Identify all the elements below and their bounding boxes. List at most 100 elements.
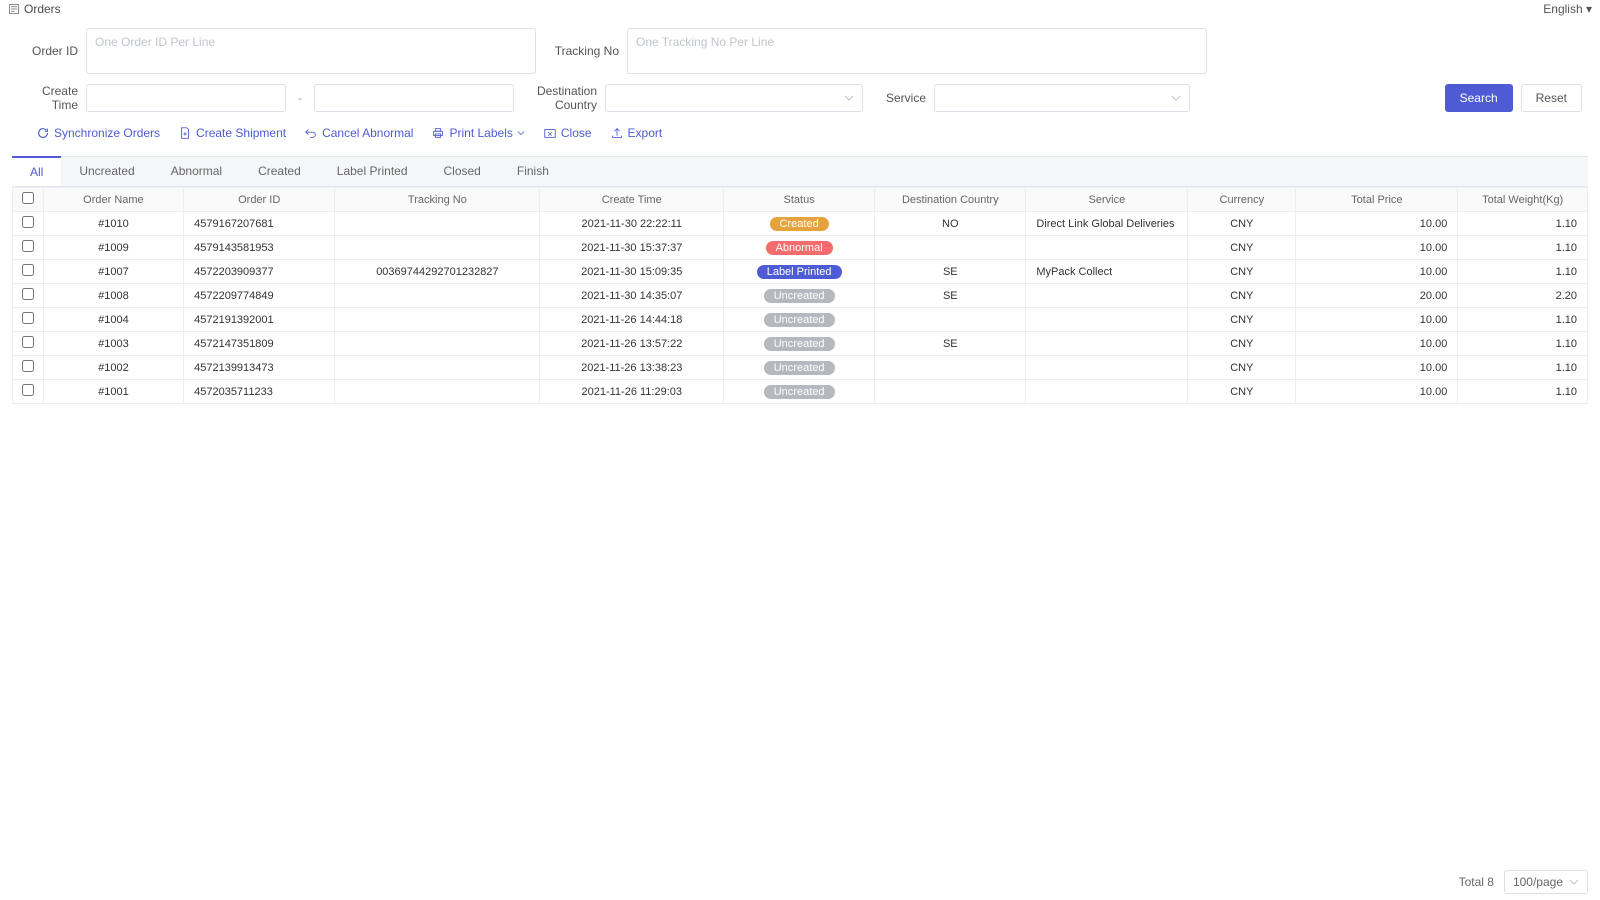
file-add-icon [178, 126, 192, 140]
cell: 4572139913473 [184, 356, 335, 380]
cell [1026, 356, 1188, 380]
cell: 1.10 [1458, 380, 1588, 404]
tab-finish[interactable]: Finish [499, 157, 567, 186]
tracking-no-input[interactable] [627, 28, 1207, 74]
cell: SE [875, 260, 1026, 284]
export-action[interactable]: Export [610, 126, 663, 140]
table-row[interactable]: #100445721913920012021-11-26 14:44:18Unc… [13, 308, 1588, 332]
chevron-down-icon [1171, 93, 1181, 103]
table-row[interactable]: #100845722097748492021-11-30 14:35:07Unc… [13, 284, 1588, 308]
cell [1026, 308, 1188, 332]
tab-closed[interactable]: Closed [426, 157, 499, 186]
dest-country-select[interactable] [605, 84, 863, 112]
cell: CNY [1188, 380, 1296, 404]
cell [1026, 236, 1188, 260]
row-checkbox[interactable] [22, 288, 34, 300]
tab-all[interactable]: All [12, 156, 61, 186]
cell: 4572209774849 [184, 284, 335, 308]
chevron-down-icon [517, 129, 525, 137]
table-row[interactable]: #100345721473518092021-11-26 13:57:22Unc… [13, 332, 1588, 356]
cancel-abnormal-action[interactable]: Cancel Abnormal [304, 126, 413, 140]
cell: MyPack Collect [1026, 260, 1188, 284]
create-time-to[interactable] [314, 84, 514, 112]
print-labels-action[interactable]: Print Labels [431, 126, 524, 140]
status-badge: Uncreated [764, 313, 835, 327]
filter-panel: Order ID Tracking No Create Time - Desti… [0, 18, 1600, 156]
export-icon [610, 126, 624, 140]
tab-label-printed[interactable]: Label Printed [319, 157, 426, 186]
status-badge: Uncreated [764, 289, 835, 303]
row-checkbox[interactable] [22, 264, 34, 276]
row-checkbox[interactable] [22, 360, 34, 372]
cell: SE [875, 332, 1026, 356]
cell: 1.10 [1458, 212, 1588, 236]
cell: CNY [1188, 284, 1296, 308]
tab-abnormal[interactable]: Abnormal [153, 157, 240, 186]
cell: 1.10 [1458, 308, 1588, 332]
service-select[interactable] [934, 84, 1190, 112]
sync-orders-action[interactable]: Synchronize Orders [36, 126, 160, 140]
table-row[interactable]: #100945791435819532021-11-30 15:37:37Abn… [13, 236, 1588, 260]
cell: 2021-11-30 14:35:07 [540, 284, 724, 308]
cell: 2.20 [1458, 284, 1588, 308]
select-all-checkbox[interactable] [22, 192, 34, 204]
cell: 1.10 [1458, 356, 1588, 380]
cell: 4579143581953 [184, 236, 335, 260]
cell: 1.10 [1458, 260, 1588, 284]
tab-uncreated[interactable]: Uncreated [61, 157, 152, 186]
col-header: Total Price [1296, 188, 1458, 212]
cell [1026, 380, 1188, 404]
status-badge: Uncreated [764, 361, 835, 375]
cell: 1.10 [1458, 332, 1588, 356]
row-checkbox[interactable] [22, 336, 34, 348]
orders-table: Order NameOrder IDTracking NoCreate Time… [12, 187, 1588, 404]
reset-button[interactable]: Reset [1521, 84, 1582, 112]
table-row[interactable]: #100145720357112332021-11-26 11:29:03Unc… [13, 380, 1588, 404]
table-row[interactable]: #101045791672076812021-11-30 22:22:11Cre… [13, 212, 1588, 236]
cell [335, 308, 540, 332]
cell: #1007 [43, 260, 183, 284]
page-size-select[interactable]: 100/page [1504, 870, 1588, 894]
status-badge: Uncreated [764, 337, 835, 351]
create-time-from[interactable] [86, 84, 286, 112]
status-badge: Abnormal [766, 241, 833, 255]
cell: 4572203909377 [184, 260, 335, 284]
cell: CNY [1188, 356, 1296, 380]
tracking-no-label: Tracking No [544, 44, 619, 58]
cell: 4572147351809 [184, 332, 335, 356]
search-button[interactable]: Search [1445, 84, 1513, 112]
table-row[interactable]: #100745722039093770036974429270123282720… [13, 260, 1588, 284]
cell: Uncreated [724, 332, 875, 356]
cell: 4572035711233 [184, 380, 335, 404]
page-title: Orders [24, 2, 61, 16]
cell [335, 356, 540, 380]
row-checkbox[interactable] [22, 240, 34, 252]
cell: Uncreated [724, 356, 875, 380]
cell: Created [724, 212, 875, 236]
cell: CNY [1188, 260, 1296, 284]
cell: 10.00 [1296, 260, 1458, 284]
language-select[interactable]: English ▾ [1543, 2, 1592, 16]
tab-created[interactable]: Created [240, 157, 319, 186]
status-badge: Uncreated [764, 385, 835, 399]
cell: CNY [1188, 332, 1296, 356]
close-action[interactable]: Close [543, 126, 592, 140]
cell: #1010 [43, 212, 183, 236]
cell [875, 308, 1026, 332]
table-row[interactable]: #100245721399134732021-11-26 13:38:23Unc… [13, 356, 1588, 380]
dest-country-label: Destination Country [522, 84, 597, 112]
row-checkbox[interactable] [22, 216, 34, 228]
box-x-icon [543, 126, 557, 140]
row-checkbox[interactable] [22, 384, 34, 396]
cell: Uncreated [724, 284, 875, 308]
cell: 2021-11-30 15:37:37 [540, 236, 724, 260]
cell [1026, 284, 1188, 308]
cell: CNY [1188, 212, 1296, 236]
cell: 2021-11-30 15:09:35 [540, 260, 724, 284]
cell: CNY [1188, 308, 1296, 332]
cell [875, 356, 1026, 380]
order-id-input[interactable] [86, 28, 536, 74]
chevron-down-icon [844, 93, 854, 103]
row-checkbox[interactable] [22, 312, 34, 324]
create-shipment-action[interactable]: Create Shipment [178, 126, 286, 140]
